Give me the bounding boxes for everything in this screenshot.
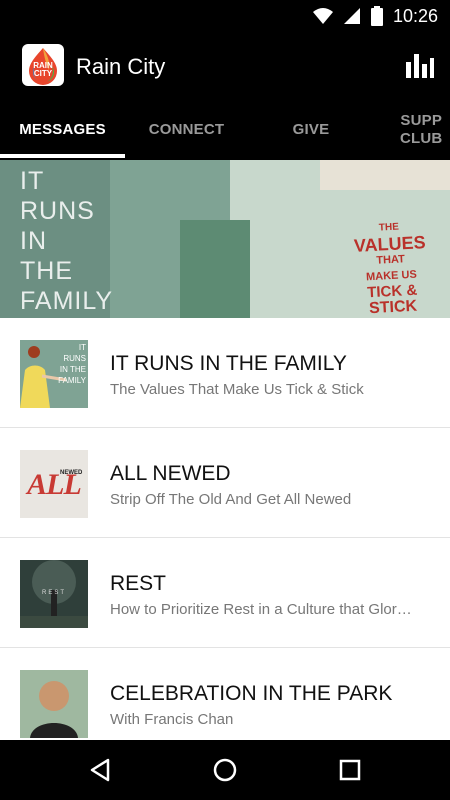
- recents-icon[interactable]: [336, 756, 364, 784]
- list-item[interactable]: IT RUNS IN THE FAMILY IT RUNS IN THE FAM…: [0, 318, 450, 428]
- thumb-text-small: NEWED: [60, 470, 83, 476]
- hero-line: RUNS: [20, 197, 95, 225]
- message-subtitle: The Values That Make Us Tick & Stick: [110, 381, 364, 398]
- home-icon[interactable]: [211, 756, 239, 784]
- app-bar: RAIN CITY Rain City: [0, 32, 450, 100]
- tab-messages[interactable]: MESSAGES: [0, 100, 125, 160]
- message-subtitle: With Francis Chan: [110, 711, 234, 728]
- hero-title: IT RUNS IN THE FAMILY: [20, 166, 113, 316]
- wifi-icon: [312, 8, 333, 24]
- message-thumbnail: [20, 670, 88, 738]
- message-title: CELEBRATION IN THE PARK: [110, 682, 393, 705]
- hero-line: THE: [20, 257, 73, 285]
- signal-icon: [343, 8, 360, 24]
- tab-give[interactable]: GIVE: [248, 100, 374, 160]
- status-bar: 10:26: [0, 0, 450, 32]
- message-list: IT RUNS IN THE FAMILY IT RUNS IN THE FAM…: [0, 318, 450, 758]
- list-item[interactable]: ALL NEWED ALL NEWED Strip Off The Old An…: [0, 428, 450, 538]
- bar-chart-icon[interactable]: [406, 52, 434, 80]
- back-icon[interactable]: [86, 756, 114, 784]
- hero-line: IN: [20, 227, 47, 255]
- message-title: ALL NEWED: [110, 462, 231, 485]
- battery-icon: [370, 6, 383, 26]
- tab-connect[interactable]: CONNECT: [125, 100, 248, 160]
- message-subtitle: Strip Off The Old And Get All Newed: [110, 491, 352, 508]
- hero-banner[interactable]: IT RUNS IN THE FAMILY THE VALUES THAT MA…: [0, 160, 450, 318]
- message-thumbnail: IT RUNS IN THE FAMILY: [20, 340, 88, 408]
- can-text: THE VALUES THAT MAKE US TICK & STICK: [353, 218, 430, 318]
- thumb-text: IT RUNS IN THE FAMILY: [58, 343, 86, 385]
- app-title: Rain City: [76, 54, 166, 79]
- can-text-line: VALUES: [353, 232, 427, 256]
- app-logo[interactable]: RAIN CITY: [22, 44, 64, 86]
- status-time: 10:26: [392, 6, 438, 26]
- message-title: IT RUNS IN THE FAMILY: [110, 352, 347, 375]
- message-thumbnail: ALL NEWED: [20, 450, 88, 518]
- message-title: REST: [110, 572, 167, 595]
- active-tab-indicator: [0, 154, 125, 158]
- tab-support-club[interactable]: SUPP CLUB: [400, 100, 450, 160]
- message-subtitle: How to Prioritize Rest in a Culture that…: [110, 601, 412, 618]
- hero-line: IT: [20, 167, 45, 195]
- system-nav-bar: [0, 740, 450, 800]
- hero-line: FAMILY: [20, 287, 114, 315]
- logo-text-city: CITY: [34, 69, 53, 78]
- thumb-text: REST: [41, 590, 66, 596]
- tab-bar: MESSAGES CONNECT GIVE SUPP CLUB: [0, 100, 450, 160]
- list-item[interactable]: REST REST How to Prioritize Rest in a Cu…: [0, 538, 450, 648]
- message-thumbnail: REST: [20, 560, 88, 628]
